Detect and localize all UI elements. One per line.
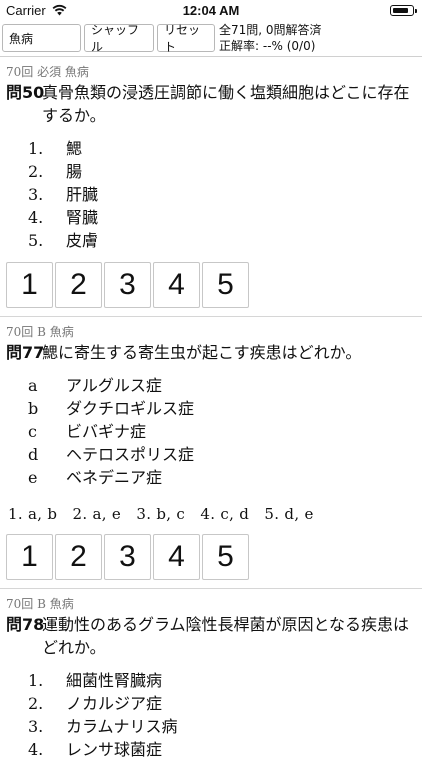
battery-icon — [390, 5, 417, 16]
choice-mark: d — [28, 445, 39, 464]
choice-mark: 2. — [28, 162, 44, 181]
answer-button-2[interactable]: 2 — [55, 262, 102, 308]
choice-item: 2. ノカルジア症 — [0, 692, 422, 715]
choice-mark: 1. — [28, 671, 44, 690]
question-card: 70回 B 魚病 問77 鰓に寄生する寄生虫が起こす疾患はどれか。 a アルグルス… — [0, 317, 422, 589]
reset-button[interactable]: リセット — [157, 23, 215, 54]
choice-item: a アルグルス症 — [0, 374, 422, 397]
category-field[interactable]: 魚病 — [2, 24, 81, 52]
choice-text: 細菌性腎臓病 — [66, 671, 163, 690]
question-meta: 70回 B 魚病 — [6, 325, 74, 339]
choice-text: ダクチロギルス症 — [66, 399, 195, 418]
choice-mark: 3. — [28, 717, 44, 736]
choice-item: b ダクチロギルス症 — [0, 397, 422, 420]
choice-mark: c — [28, 422, 37, 441]
choice-text: ベネデニア症 — [66, 468, 163, 487]
question-meta: 70回 B 魚病 — [6, 597, 74, 611]
question-text: 運動性のあるグラム陰性長桿菌が原因となる疾患はどれか。 — [42, 615, 410, 657]
question-text: 鰓に寄生する寄生虫が起こす疾患はどれか。 — [42, 343, 362, 362]
question-card: 70回 必須 魚病 問50 真骨魚類の浸透圧調節に働く塩類細胞はどこに存在するか… — [0, 57, 422, 317]
accuracy-rate: 正解率: --% (0/0) — [219, 39, 316, 53]
choice-item: c ビバギナ症 — [0, 420, 422, 443]
choice-item: 5. 皮膚 — [0, 229, 422, 252]
choice-item: 2. 腸 — [0, 160, 422, 183]
choice-text: カラムナリス病 — [66, 717, 178, 736]
choice-list: a アルグルス症 b ダクチロギルス症 c ビバギナ症 d ヘテロスポリス症 e ベネデニ… — [0, 374, 422, 489]
choice-mark: e — [28, 468, 38, 487]
answer-button-row: 1 2 3 4 5 — [0, 534, 422, 580]
choice-item: e ベネデニア症 — [0, 466, 422, 489]
choice-mark: 2. — [28, 694, 44, 713]
choice-item: 3. カラムナリス病 — [0, 715, 422, 738]
question-meta: 70回 必須 魚病 — [6, 65, 89, 79]
choice-text: 腸 — [66, 162, 83, 181]
question-number: 問78 — [6, 615, 45, 634]
choice-text: ビバギナ症 — [66, 422, 147, 441]
choice-mark: 1. — [28, 139, 44, 158]
question-number: 問50 — [6, 83, 45, 102]
choice-text: ヘテロスポリス症 — [66, 445, 195, 464]
question-number: 問77 — [6, 343, 45, 362]
progress-info: 全71問, 0問解答済 正解率: --% (0/0) — [219, 22, 322, 54]
choice-list: 1. 鰓 2. 腸 3. 肝臓 4. 腎臓 5. 皮膚 — [0, 137, 422, 252]
question-text: 真骨魚類の浸透圧調節に働く塩類細胞はどこに存在するか。 — [42, 83, 410, 125]
question-card: 70回 B 魚病 問78 運動性のあるグラム陰性長桿菌が原因となる疾患はどれか。… — [0, 589, 422, 761]
answer-button-3[interactable]: 3 — [104, 534, 151, 580]
clock: 12:04 AM — [182, 3, 240, 18]
status-bar: Carrier 12:04 AM — [0, 0, 422, 22]
choice-text: 鰓 — [66, 139, 83, 158]
choice-text: 皮膚 — [66, 231, 99, 250]
answer-button-1[interactable]: 1 — [6, 262, 53, 308]
choice-mark: b — [28, 399, 39, 418]
choice-mark: 4. — [28, 208, 44, 227]
choice-text: 肝臓 — [66, 185, 99, 204]
answer-combinations: 1. a, b 2. a, e 3. b, c 4. c, d 5. d, e — [8, 505, 314, 523]
answer-button-1[interactable]: 1 — [6, 534, 53, 580]
answer-button-2[interactable]: 2 — [55, 534, 102, 580]
choice-list: 1. 細菌性腎臓病 2. ノカルジア症 3. カラムナリス病 4. レンサ球菌症 — [0, 669, 422, 761]
answer-button-4[interactable]: 4 — [153, 534, 200, 580]
answer-button-3[interactable]: 3 — [104, 262, 151, 308]
choice-text: ノカルジア症 — [66, 694, 163, 713]
choice-mark: 5. — [28, 231, 44, 250]
answer-button-5[interactable]: 5 — [202, 534, 249, 580]
choice-item: 1. 鰓 — [0, 137, 422, 160]
shuffle-button[interactable]: シャッフル — [84, 23, 154, 54]
choice-text: 腎臓 — [66, 208, 99, 227]
answer-button-4[interactable]: 4 — [153, 262, 200, 308]
toolbar: 魚病 シャッフル リセット 全71問, 0問解答済 正解率: --% (0/0) — [0, 22, 422, 57]
choice-item: d ヘテロスポリス症 — [0, 443, 422, 466]
choice-mark: a — [28, 376, 38, 395]
choice-item: 3. 肝臓 — [0, 183, 422, 206]
answered-count: 全71問, 0問解答済 — [219, 23, 322, 37]
answer-button-row: 1 2 3 4 5 — [0, 262, 422, 308]
choice-text: アルグルス症 — [66, 376, 162, 395]
choice-mark: 3. — [28, 185, 44, 204]
choice-item: 1. 細菌性腎臓病 — [0, 669, 422, 692]
choice-item: 4. 腎臓 — [0, 206, 422, 229]
answer-button-5[interactable]: 5 — [202, 262, 249, 308]
